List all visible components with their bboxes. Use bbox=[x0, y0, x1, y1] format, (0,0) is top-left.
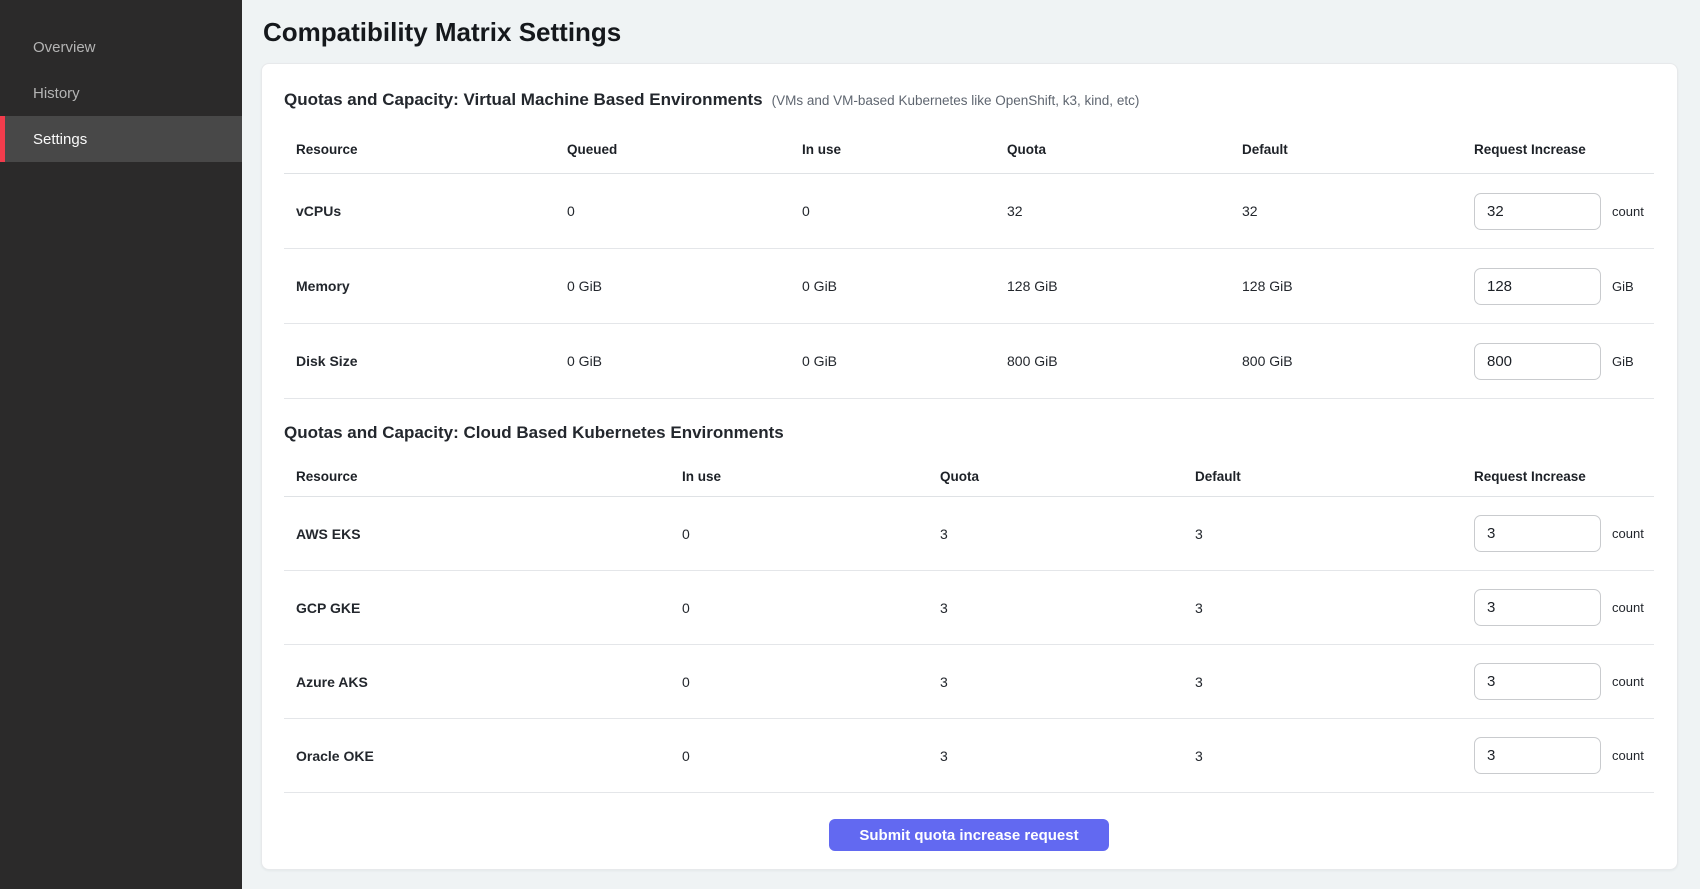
request-increase-input[interactable] bbox=[1474, 193, 1601, 230]
cell-in_use: 0 GiB bbox=[802, 278, 1007, 294]
request-increase-input[interactable] bbox=[1474, 343, 1601, 380]
cell-in_use: 0 bbox=[682, 748, 940, 764]
cloud-col-request-increase: Request Increase bbox=[1474, 469, 1654, 484]
cloud-section-header: Quotas and Capacity: Cloud Based Kuberne… bbox=[284, 399, 1654, 457]
vm-col-request-increase: Request Increase bbox=[1474, 142, 1654, 157]
sidebar-item-settings[interactable]: Settings bbox=[0, 116, 242, 162]
cloud-col-in-use: In use bbox=[682, 469, 940, 484]
cell-default: 3 bbox=[1195, 748, 1474, 764]
cell-in_use: 0 bbox=[682, 600, 940, 616]
unit-label: count bbox=[1612, 600, 1644, 615]
cell-in_use: 0 GiB bbox=[802, 353, 1007, 369]
table-row: Azure AKS 0 3 3 count bbox=[284, 645, 1654, 719]
vm-section-subtitle: (VMs and VM-based Kubernetes like OpenSh… bbox=[772, 93, 1140, 108]
table-row: Disk Size 0 GiB 0 GiB 800 GiB 800 GiB Gi… bbox=[284, 324, 1654, 399]
cell-resource: Oracle OKE bbox=[284, 748, 682, 764]
cell-in_use: 0 bbox=[682, 674, 940, 690]
request-increase-input[interactable] bbox=[1474, 737, 1601, 774]
table-row: Memory 0 GiB 0 GiB 128 GiB 128 GiB GiB bbox=[284, 249, 1654, 324]
cloud-table-header-row: Resource In use Quota Default Request In… bbox=[284, 457, 1654, 497]
table-row: Oracle OKE 0 3 3 count bbox=[284, 719, 1654, 793]
page-title: Compatibility Matrix Settings bbox=[263, 17, 1678, 47]
cloud-section-title: Quotas and Capacity: Cloud Based Kuberne… bbox=[284, 421, 784, 445]
cloud-col-default: Default bbox=[1195, 469, 1474, 484]
vm-table-header-row: Resource Queued In use Quota Default Req… bbox=[284, 126, 1654, 174]
cell-default: 3 bbox=[1195, 526, 1474, 542]
cell-default: 32 bbox=[1242, 203, 1474, 219]
request-increase-input[interactable] bbox=[1474, 663, 1601, 700]
cell-in_use: 0 bbox=[682, 526, 940, 542]
cell-queued: 0 GiB bbox=[567, 278, 802, 294]
request-increase-input[interactable] bbox=[1474, 268, 1601, 305]
cell-default: 128 GiB bbox=[1242, 278, 1474, 294]
cell-quota: 3 bbox=[940, 748, 1195, 764]
vm-col-in-use: In use bbox=[802, 142, 1007, 157]
vm-section-header: Quotas and Capacity: Virtual Machine Bas… bbox=[284, 64, 1654, 126]
cell-resource: GCP GKE bbox=[284, 600, 682, 616]
unit-label: count bbox=[1612, 674, 1644, 689]
sidebar-item-history[interactable]: History bbox=[0, 70, 242, 116]
submit-area: Submit quota increase request bbox=[284, 793, 1654, 870]
cell-resource: Memory bbox=[284, 278, 567, 294]
table-row: AWS EKS 0 3 3 count bbox=[284, 497, 1654, 571]
vm-table-body: vCPUs 0 0 32 32 count Memory 0 GiB 0 GiB… bbox=[284, 174, 1654, 399]
vm-section-title: Quotas and Capacity: Virtual Machine Bas… bbox=[284, 88, 763, 112]
table-row: vCPUs 0 0 32 32 count bbox=[284, 174, 1654, 249]
unit-label: GiB bbox=[1612, 354, 1634, 369]
main-content: Compatibility Matrix Settings Quotas and… bbox=[242, 0, 1700, 889]
table-row: GCP GKE 0 3 3 count bbox=[284, 571, 1654, 645]
cell-resource: AWS EKS bbox=[284, 526, 682, 542]
cell-resource: vCPUs bbox=[284, 203, 567, 219]
cell-quota: 3 bbox=[940, 674, 1195, 690]
cell-resource: Azure AKS bbox=[284, 674, 682, 690]
vm-col-queued: Queued bbox=[567, 142, 802, 157]
cell-default: 800 GiB bbox=[1242, 353, 1474, 369]
unit-label: count bbox=[1612, 204, 1644, 219]
submit-quota-increase-button[interactable]: Submit quota increase request bbox=[829, 819, 1109, 851]
unit-label: count bbox=[1612, 526, 1644, 541]
cell-queued: 0 bbox=[567, 203, 802, 219]
cloud-col-quota: Quota bbox=[940, 469, 1195, 484]
cell-in_use: 0 bbox=[802, 203, 1007, 219]
cell-quota: 800 GiB bbox=[1007, 353, 1242, 369]
vm-col-resource: Resource bbox=[284, 142, 567, 157]
cell-quota: 3 bbox=[940, 526, 1195, 542]
cell-quota: 32 bbox=[1007, 203, 1242, 219]
request-increase-input[interactable] bbox=[1474, 589, 1601, 626]
sidebar-item-overview[interactable]: Overview bbox=[0, 24, 242, 70]
cell-default: 3 bbox=[1195, 600, 1474, 616]
request-increase-input[interactable] bbox=[1474, 515, 1601, 552]
cell-quota: 3 bbox=[940, 600, 1195, 616]
unit-label: GiB bbox=[1612, 279, 1634, 294]
cloud-table-body: AWS EKS 0 3 3 count GCP GKE 0 3 3 count … bbox=[284, 497, 1654, 793]
cell-default: 3 bbox=[1195, 674, 1474, 690]
cell-quota: 128 GiB bbox=[1007, 278, 1242, 294]
vm-col-default: Default bbox=[1242, 142, 1474, 157]
cloud-col-resource: Resource bbox=[284, 469, 682, 484]
quota-settings-card: Quotas and Capacity: Virtual Machine Bas… bbox=[261, 63, 1678, 870]
vm-col-quota: Quota bbox=[1007, 142, 1242, 157]
sidebar: Overview History Settings bbox=[0, 0, 242, 889]
unit-label: count bbox=[1612, 748, 1644, 763]
cell-resource: Disk Size bbox=[284, 353, 567, 369]
cell-queued: 0 GiB bbox=[567, 353, 802, 369]
